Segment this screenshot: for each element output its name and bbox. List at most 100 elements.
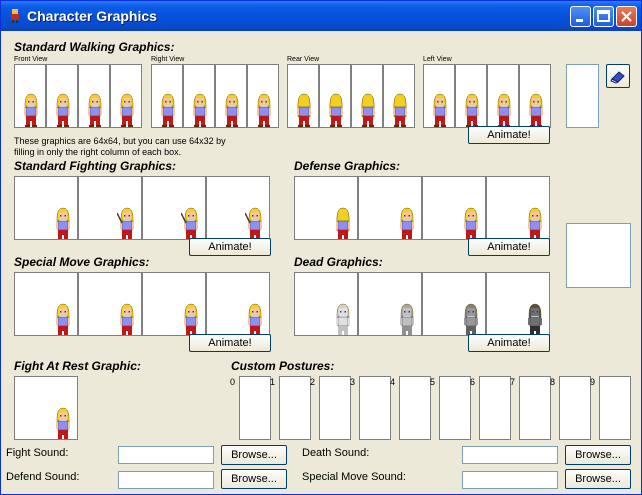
walking-frame-right[interactable] [151,64,183,128]
walking-frame-left[interactable] [487,64,519,128]
walking-frame-right[interactable] [247,64,279,128]
walking-frame-left[interactable] [519,64,551,128]
special-sound-field[interactable] [462,471,558,489]
character-sprite [181,207,198,239]
walking-frame-rear[interactable] [287,64,319,128]
defend-sound-label: Defend Sound: [6,471,80,483]
custom-posture-frame[interactable] [439,376,471,440]
custom-posture-frame[interactable] [599,376,631,440]
custom-section-label: Custom Postures: [231,359,335,373]
dead-frame[interactable] [294,272,358,336]
close-button[interactable] [616,6,637,27]
walking-frame-front[interactable] [110,64,142,128]
walking-frame-left[interactable] [455,64,487,128]
character-sprite [464,303,478,335]
custom-posture-number: 4 [390,377,396,387]
custom-posture-frame[interactable] [239,376,271,440]
character-sprite [528,303,542,335]
walking-frame-front[interactable] [14,64,46,128]
minimize-button[interactable] [570,6,591,27]
fight-sound-browse-button[interactable]: Browse... [221,445,287,465]
dead-frame[interactable] [422,272,486,336]
fighting-frame[interactable] [206,176,270,240]
character-sprite [120,93,134,127]
fight-sound-field[interactable] [118,446,214,464]
character-sprite [24,93,38,127]
custom-posture-number: 5 [430,377,436,387]
walking-frame-left[interactable] [423,64,455,128]
special-sound-browse-button[interactable]: Browse... [565,469,631,489]
dead-animate-button[interactable]: Animate! [468,334,550,352]
special-animate-button[interactable]: Animate! [189,334,271,352]
custom-posture-number: 0 [230,377,236,387]
character-sprite [193,93,207,127]
app-icon [11,9,19,23]
character-sprite [88,93,102,127]
rest-frame-box[interactable] [14,376,78,440]
defense-frame[interactable] [358,176,422,240]
window-title: Character Graphics [27,8,157,24]
special-section-label: Special Move Graphics: [14,255,150,269]
fight-sound-label: Fight Sound: [6,447,69,459]
defense-frame[interactable] [294,176,358,240]
fighting-frame[interactable] [142,176,206,240]
special-frame[interactable] [206,272,270,336]
custom-posture-frame[interactable] [359,376,391,440]
right-view-label: Right View [151,56,185,63]
custom-posture-frame[interactable] [479,376,511,440]
walking-frame-rear[interactable] [351,64,383,128]
fighting-section-label: Standard Fighting Graphics: [14,159,177,173]
character-sprite [433,93,447,127]
fighting-frame[interactable] [78,176,142,240]
defend-sound-browse-button[interactable]: Browse... [221,469,287,489]
client-area: Standard Walking Graphics: Front View Ri… [1,31,641,494]
custom-posture-frame[interactable] [319,376,351,440]
character-sprite [465,93,479,127]
death-sound-browse-button[interactable]: Browse... [565,445,631,465]
walking-note: These graphics are 64x64, but you can us… [14,136,226,157]
special-frame[interactable] [142,272,206,336]
custom-posture-frame[interactable] [279,376,311,440]
defend-sound-field[interactable] [118,471,214,489]
character-sprite [161,93,175,127]
character-sprite [257,93,271,127]
left-view-label: Left View [423,56,452,63]
special-frame[interactable] [14,272,78,336]
character-sprite [117,207,134,239]
character-sprite [400,303,414,335]
walking-frame-right[interactable] [183,64,215,128]
character-sprite [336,207,350,239]
death-sound-field[interactable] [462,446,558,464]
dead-frame[interactable] [358,272,422,336]
character-sprite [245,207,262,239]
title-bar[interactable]: Character Graphics [1,1,641,31]
custom-posture-frame[interactable] [519,376,551,440]
dead-frame[interactable] [486,272,550,336]
walking-frame-right[interactable] [215,64,247,128]
character-sprite [393,93,407,127]
defense-frame[interactable] [422,176,486,240]
character-sprite [56,93,70,127]
custom-posture-frame[interactable] [399,376,431,440]
eraser-button[interactable] [606,64,630,88]
fighting-frame[interactable] [14,176,78,240]
walking-animate-button[interactable]: Animate! [468,126,550,144]
eraser-icon [610,71,625,84]
custom-posture-frame[interactable] [559,376,591,440]
walking-section-label: Standard Walking Graphics: [14,40,175,54]
defense-animate-button[interactable]: Animate! [468,238,550,256]
special-frame[interactable] [78,272,142,336]
character-sprite [56,207,70,239]
fighting-animate-button[interactable]: Animate! [189,238,271,256]
custom-posture-number: 9 [590,377,596,387]
walking-frame-rear[interactable] [319,64,351,128]
character-sprite [529,93,543,127]
preview-box-large [566,223,631,288]
minimize-icon [576,19,583,22]
walking-frame-front[interactable] [46,64,78,128]
walking-frame-front[interactable] [78,64,110,128]
defense-frame[interactable] [486,176,550,240]
walking-frame-rear[interactable] [383,64,415,128]
maximize-button[interactable] [593,6,614,27]
character-sprite [497,93,511,127]
